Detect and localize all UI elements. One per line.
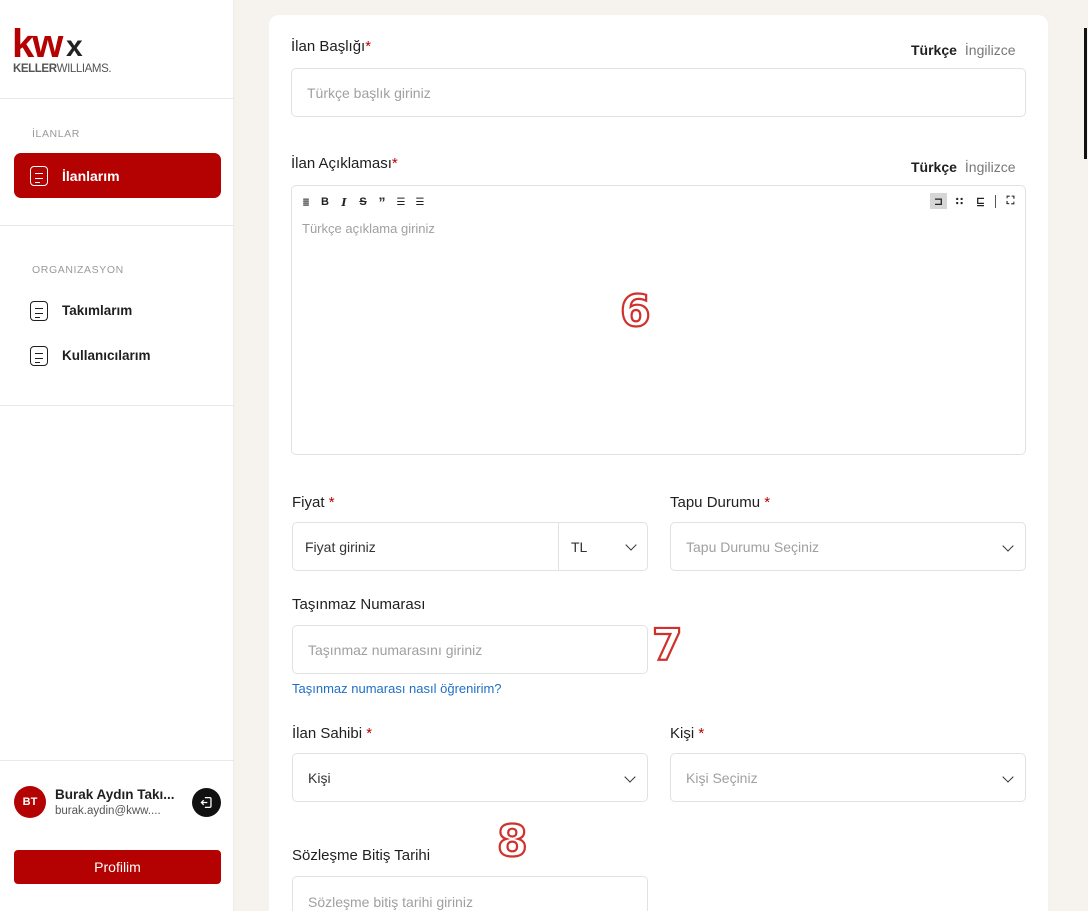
chevron-down-icon bbox=[1002, 540, 1014, 552]
annotation-six: 6 bbox=[619, 286, 652, 337]
lang-tab-english[interactable]: İngilizce bbox=[965, 42, 1016, 58]
sidebar-item-label: İlanlarım bbox=[62, 167, 120, 184]
logo-wordmark: KELLERWILLIAMS. bbox=[13, 63, 112, 75]
lang-tab-turkish[interactable]: Türkçe bbox=[911, 159, 957, 175]
sidebar-item-my-listings[interactable]: İlanlarım bbox=[14, 153, 221, 198]
document-icon bbox=[30, 300, 48, 321]
person-placeholder: Kişi Seçiniz bbox=[686, 769, 758, 786]
title-label: İlan Başlığı* bbox=[291, 38, 372, 55]
unordered-list-icon[interactable]: ☰ bbox=[414, 197, 426, 208]
description-placeholder: Türkçe açıklama giriniz bbox=[302, 221, 435, 236]
preview-mode-icon[interactable]: ⊑ bbox=[972, 193, 989, 209]
owner-label: İlan Sahibi * bbox=[292, 725, 373, 742]
annotation-seven: 7 bbox=[651, 620, 684, 671]
price-label: Fiyat * bbox=[292, 494, 335, 511]
section-label-organization: ORGANIZASYON bbox=[32, 264, 124, 276]
owner-select[interactable]: Kişi bbox=[292, 753, 648, 802]
sidebar-item-my-teams[interactable]: Takımlarım bbox=[14, 288, 221, 333]
chevron-down-icon bbox=[1002, 771, 1014, 783]
user-card: BT Burak Aydın Takı... burak.aydin@kww..… bbox=[14, 786, 224, 820]
lang-tab-english[interactable]: İngilizce bbox=[965, 159, 1016, 175]
user-email: burak.aydin@kww.... bbox=[55, 805, 161, 817]
property-number-label: Taşınmaz Numarası bbox=[292, 596, 426, 613]
property-number-help-link[interactable]: Taşınmaz numarası nasıl öğrenirim? bbox=[292, 681, 502, 696]
lang-tab-turkish[interactable]: Türkçe bbox=[911, 42, 957, 58]
description-label: İlan Açıklaması* bbox=[291, 155, 398, 172]
document-icon bbox=[30, 345, 48, 366]
sidebar-item-label: Takımlarım bbox=[62, 303, 133, 318]
title-language-switch: Türkçe İngilizce bbox=[911, 42, 1016, 58]
document-icon bbox=[30, 165, 48, 186]
logo-kw: kw bbox=[12, 22, 63, 66]
keller-williams-logo[interactable]: kw x KELLERWILLIAMS. bbox=[12, 24, 132, 80]
logout-button[interactable] bbox=[192, 788, 221, 817]
sidebar: kw x KELLERWILLIAMS. İLANLAR İlanlarım O… bbox=[0, 0, 234, 911]
toolbar-separator bbox=[995, 194, 996, 208]
divider bbox=[0, 405, 234, 406]
heading-icon[interactable]: ≣ bbox=[300, 197, 312, 208]
description-editor[interactable]: ≣ B I S ” ☰ ☰ ⊐ ∷ ⊑ ⛶ Türkçe açıklama gi… bbox=[291, 185, 1026, 455]
editor-view-toolbar: ⊐ ∷ ⊑ ⛶ bbox=[930, 192, 1019, 210]
scrollbar[interactable] bbox=[1084, 28, 1087, 159]
chevron-down-icon bbox=[624, 771, 636, 783]
editor-toolbar: ≣ B I S ” ☰ ☰ bbox=[300, 194, 426, 210]
avatar[interactable]: BT bbox=[14, 786, 46, 818]
annotation-eight: 8 bbox=[496, 816, 529, 867]
italic-icon[interactable]: I bbox=[338, 196, 350, 209]
divider bbox=[0, 760, 234, 761]
sidebar-item-label: Kullanıcılarım bbox=[62, 348, 151, 363]
divider bbox=[0, 225, 234, 226]
edit-mode-icon[interactable]: ⊐ bbox=[930, 193, 947, 209]
currency-select[interactable]: TL bbox=[558, 522, 648, 571]
chevron-down-icon bbox=[625, 539, 637, 551]
contract-end-label: Sözleşme Bitiş Tarihi bbox=[292, 847, 431, 864]
owner-value: Kişi bbox=[308, 769, 331, 786]
bold-icon[interactable]: B bbox=[319, 196, 331, 208]
contract-end-date-input[interactable]: Sözleşme bitiş tarihi giriniz bbox=[292, 876, 648, 911]
description-language-switch: Türkçe İngilizce bbox=[911, 159, 1016, 175]
strikethrough-icon[interactable]: S bbox=[357, 196, 369, 208]
profile-button[interactable]: Profilim bbox=[14, 850, 221, 884]
ordered-list-icon[interactable]: ☰ bbox=[395, 197, 407, 208]
sidebar-item-my-users[interactable]: Kullanıcılarım bbox=[14, 333, 221, 378]
user-name: Burak Aydın Takı... bbox=[55, 787, 175, 802]
deed-status-label: Tapu Durumu * bbox=[670, 494, 771, 511]
person-select[interactable]: Kişi Seçiniz bbox=[670, 753, 1026, 802]
logout-icon bbox=[200, 796, 212, 809]
section-label-listings: İLANLAR bbox=[32, 128, 80, 140]
split-mode-icon[interactable]: ∷ bbox=[951, 193, 968, 209]
quote-icon[interactable]: ” bbox=[376, 194, 388, 210]
divider bbox=[0, 98, 234, 99]
title-input[interactable]: Türkçe başlık giriniz bbox=[291, 68, 1026, 117]
currency-value: TL bbox=[571, 538, 588, 555]
deed-status-select[interactable]: Tapu Durumu Seçiniz bbox=[670, 522, 1026, 571]
property-number-input[interactable]: Taşınmaz numarasını giriniz bbox=[292, 625, 648, 674]
fullscreen-icon[interactable]: ⛶ bbox=[1002, 193, 1019, 209]
deed-status-placeholder: Tapu Durumu Seçiniz bbox=[686, 538, 820, 555]
person-label: Kişi * bbox=[670, 725, 705, 742]
logo-x: x bbox=[66, 30, 83, 63]
